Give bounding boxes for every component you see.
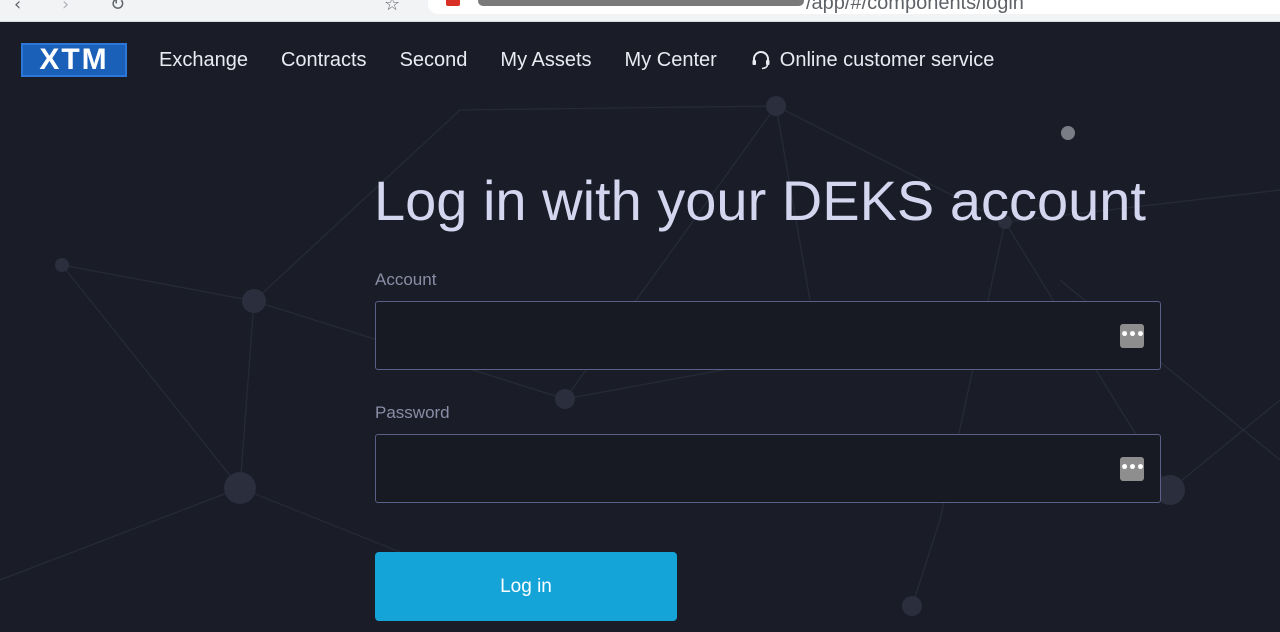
password-label: Password xyxy=(375,403,450,422)
nav-my-assets[interactable]: My Assets xyxy=(500,49,591,72)
page-title: Log in with your DEKS account xyxy=(374,169,1146,232)
redacted-url-host xyxy=(478,0,804,6)
login-button[interactable]: Log in xyxy=(375,552,677,621)
reload-icon[interactable]: ↻ xyxy=(110,0,125,15)
nav-online-customer-service[interactable]: Online customer service xyxy=(750,48,995,72)
nav-exchange[interactable]: Exchange xyxy=(159,49,248,72)
address-bar-url[interactable]: /app/#/components/login xyxy=(806,0,1024,15)
password-field-wrapper: ••• xyxy=(375,434,1161,503)
back-icon[interactable]: ‹ xyxy=(14,0,21,15)
forward-icon[interactable]: › xyxy=(62,0,69,15)
security-warning-icon[interactable] xyxy=(446,0,460,6)
account-input[interactable] xyxy=(376,302,1160,369)
password-manager-icon[interactable]: ••• xyxy=(1120,457,1145,481)
bookmark-star-icon[interactable]: ☆ xyxy=(384,0,400,15)
nav-contracts[interactable]: Contracts xyxy=(281,49,367,72)
headset-icon xyxy=(752,51,770,70)
customer-service-label: Online customer service xyxy=(779,48,995,71)
password-input[interactable] xyxy=(376,435,1160,502)
nav-my-center[interactable]: My Center xyxy=(625,49,717,72)
main-navigation: XTM Exchange Contracts Second My Assets … xyxy=(0,22,1280,98)
xtm-logo[interactable]: XTM xyxy=(21,43,127,77)
browser-toolbar: ‹ › ↻ ☆ /app/#/components/login xyxy=(0,0,1280,22)
account-label: Account xyxy=(375,270,437,289)
account-field-wrapper: ••• xyxy=(375,301,1161,370)
nav-second[interactable]: Second xyxy=(400,49,468,72)
password-manager-icon[interactable]: ••• xyxy=(1120,324,1145,348)
